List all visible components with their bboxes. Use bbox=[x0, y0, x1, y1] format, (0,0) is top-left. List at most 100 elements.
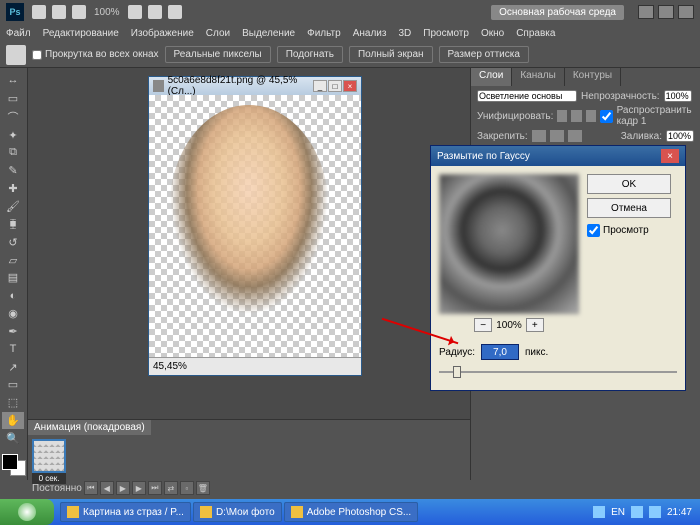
scroll-all-checkbox[interactable]: Прокрутка во всех окнах bbox=[32, 49, 159, 60]
clock[interactable]: 21:47 bbox=[667, 507, 692, 518]
menu-view[interactable]: Просмотр bbox=[423, 28, 469, 39]
lasso-tool-icon[interactable]: ⌒ bbox=[2, 108, 24, 126]
menu-file[interactable]: Файл bbox=[6, 28, 31, 39]
language-indicator[interactable]: EN bbox=[611, 507, 625, 518]
tray-icon[interactable] bbox=[631, 506, 643, 518]
lock-pixels-icon[interactable] bbox=[532, 130, 546, 142]
tab-animation[interactable]: Анимация (покадровая) bbox=[28, 420, 151, 435]
fullscreen-button[interactable]: Полный экран bbox=[349, 46, 433, 63]
lock-all-icon[interactable] bbox=[568, 130, 582, 142]
cancel-button[interactable]: Отмена bbox=[587, 198, 671, 218]
taskbar-item[interactable]: D:\Мои фото bbox=[193, 502, 282, 522]
taskbar-item[interactable]: Adobe Photoshop CS... bbox=[284, 502, 419, 522]
close-icon[interactable]: × bbox=[343, 80, 357, 92]
close-icon[interactable]: × bbox=[661, 149, 679, 163]
header-tool-icon[interactable] bbox=[32, 5, 46, 19]
marquee-tool-icon[interactable]: ▭ bbox=[2, 90, 24, 107]
wand-tool-icon[interactable]: ✦ bbox=[2, 127, 24, 144]
gaussian-blur-dialog[interactable]: Размытие по Гауссу × − 100% + OK Отмена … bbox=[430, 145, 686, 391]
type-tool-icon[interactable]: T bbox=[2, 341, 24, 358]
header-tool-icon[interactable] bbox=[168, 5, 182, 19]
taskbar-item[interactable]: Картина из страз / P... bbox=[60, 502, 191, 522]
pen-tool-icon[interactable]: ✒ bbox=[2, 323, 24, 340]
menu-3d[interactable]: 3D bbox=[398, 28, 411, 39]
frame-thumbnail[interactable] bbox=[32, 439, 66, 473]
3d-tool-icon[interactable]: ⬚ bbox=[2, 394, 24, 411]
heal-tool-icon[interactable]: ✚ bbox=[2, 180, 24, 197]
menu-filter[interactable]: Фильтр bbox=[307, 28, 341, 39]
next-frame-icon[interactable]: ▶ bbox=[132, 481, 146, 495]
color-swatch[interactable] bbox=[2, 454, 26, 476]
menu-image[interactable]: Изображение bbox=[131, 28, 194, 39]
brush-tool-icon[interactable]: 🖌 bbox=[2, 198, 24, 215]
print-size-button[interactable]: Размер оттиска bbox=[439, 46, 529, 63]
start-button[interactable] bbox=[0, 499, 54, 525]
filter-preview[interactable] bbox=[439, 174, 579, 314]
tab-channels[interactable]: Каналы bbox=[512, 68, 565, 86]
lock-position-icon[interactable] bbox=[550, 130, 564, 142]
tray-icon[interactable] bbox=[649, 506, 661, 518]
history-brush-icon[interactable]: ↺ bbox=[2, 234, 24, 251]
document-canvas[interactable] bbox=[149, 95, 361, 357]
prev-frame-icon[interactable]: ◀ bbox=[100, 481, 114, 495]
crop-tool-icon[interactable]: ⧉ bbox=[2, 145, 24, 162]
last-frame-icon[interactable]: ⏭ bbox=[148, 481, 162, 495]
slider-thumb[interactable] bbox=[453, 366, 461, 378]
zoom-out-icon[interactable]: − bbox=[474, 318, 492, 332]
menu-analysis[interactable]: Анализ bbox=[353, 28, 387, 39]
animation-frame[interactable]: 0 сек. bbox=[32, 439, 66, 484]
blur-tool-icon[interactable]: ◐ bbox=[2, 287, 24, 304]
zoom-in-icon[interactable]: + bbox=[526, 318, 544, 332]
eraser-tool-icon[interactable]: ▱ bbox=[2, 252, 24, 269]
fill-input[interactable] bbox=[666, 130, 694, 142]
opacity-input[interactable] bbox=[664, 90, 692, 102]
unify-icon[interactable] bbox=[557, 110, 567, 122]
menu-select[interactable]: Выделение bbox=[242, 28, 295, 39]
tab-paths[interactable]: Контуры bbox=[565, 68, 621, 86]
tab-layers[interactable]: Слои bbox=[471, 68, 512, 86]
dodge-tool-icon[interactable]: ◉ bbox=[2, 305, 24, 322]
header-tool-icon[interactable] bbox=[148, 5, 162, 19]
new-frame-icon[interactable]: ▫ bbox=[180, 481, 194, 495]
gradient-tool-icon[interactable]: ▤ bbox=[2, 269, 24, 286]
panels-icon[interactable] bbox=[658, 5, 674, 19]
menu-help[interactable]: Справка bbox=[516, 28, 555, 39]
menu-edit[interactable]: Редактирование bbox=[43, 28, 119, 39]
path-tool-icon[interactable]: ↗ bbox=[2, 359, 24, 376]
panels-icon[interactable] bbox=[678, 5, 694, 19]
first-frame-icon[interactable]: ⏮ bbox=[84, 481, 98, 495]
play-icon[interactable]: ▶ bbox=[116, 481, 130, 495]
propagate-checkbox[interactable] bbox=[600, 110, 613, 123]
tween-icon[interactable]: ⇄ bbox=[164, 481, 178, 495]
dialog-titlebar[interactable]: Размытие по Гауссу × bbox=[431, 146, 685, 166]
move-tool-icon[interactable]: ↔ bbox=[2, 72, 24, 89]
radius-slider[interactable] bbox=[439, 364, 677, 380]
ok-button[interactable]: OK bbox=[587, 174, 671, 194]
zoom-tool-icon[interactable]: 🔍 bbox=[2, 430, 24, 447]
fit-button[interactable]: Подогнать bbox=[277, 46, 343, 63]
header-tool-icon[interactable] bbox=[52, 5, 66, 19]
chevron-right-icon[interactable] bbox=[638, 5, 654, 19]
hand-tool-icon[interactable]: ✋ bbox=[2, 412, 24, 429]
actual-pixels-button[interactable]: Реальные пикселы bbox=[165, 46, 271, 63]
blend-mode-select[interactable] bbox=[477, 90, 577, 102]
shape-tool-icon[interactable]: ▭ bbox=[2, 377, 24, 394]
tray-icon[interactable] bbox=[593, 506, 605, 518]
workspace-button[interactable]: Основная рабочая среда bbox=[491, 5, 624, 20]
menu-window[interactable]: Окно bbox=[481, 28, 504, 39]
preview-checkbox[interactable]: Просмотр bbox=[587, 224, 671, 237]
unify-icon[interactable] bbox=[586, 110, 596, 122]
radius-input[interactable] bbox=[481, 344, 519, 360]
document-titlebar[interactable]: 5c0a6e8d8f21t.png @ 45,5% (Сл...) _ □ × bbox=[149, 77, 361, 95]
minimize-icon[interactable]: _ bbox=[313, 80, 327, 92]
eyedropper-tool-icon[interactable]: ✎ bbox=[2, 162, 24, 179]
menu-layers[interactable]: Слои bbox=[206, 28, 230, 39]
header-tool-icon[interactable] bbox=[72, 5, 86, 19]
zoom-level[interactable]: 100% bbox=[94, 7, 120, 18]
document-window[interactable]: 5c0a6e8d8f21t.png @ 45,5% (Сл...) _ □ × … bbox=[148, 76, 362, 376]
unify-icon[interactable] bbox=[571, 110, 581, 122]
hand-tool-icon[interactable] bbox=[6, 45, 26, 65]
foreground-color-icon[interactable] bbox=[2, 454, 18, 470]
header-tool-icon[interactable] bbox=[128, 5, 142, 19]
loop-select[interactable]: Постоянно bbox=[32, 483, 82, 494]
